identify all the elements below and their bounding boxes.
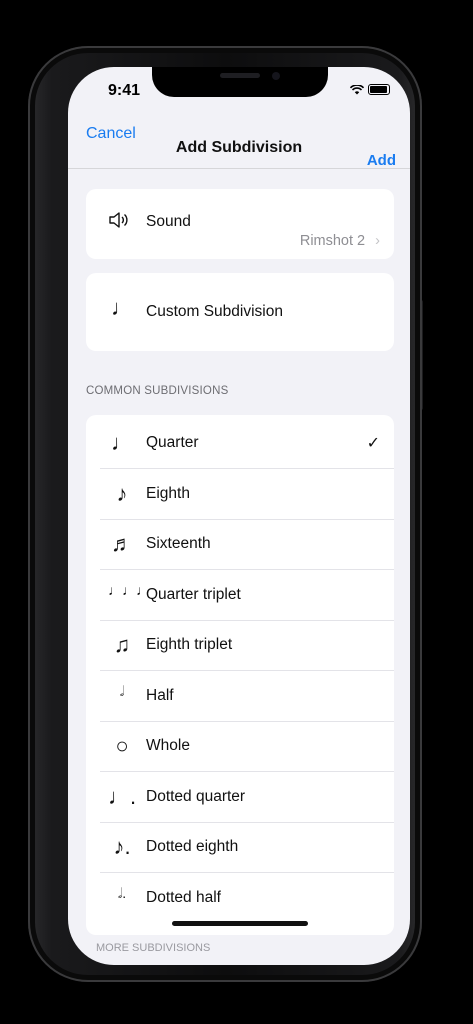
list-item[interactable]: ♩. Dotted quarter <box>86 773 394 823</box>
earpiece-speaker <box>220 73 260 78</box>
list-item-label: Whole <box>146 737 190 754</box>
list-item-label: Half <box>146 686 174 704</box>
list-item[interactable]: ♪ Eighth <box>86 470 394 520</box>
sound-row[interactable]: Sound Rimshot 2 › <box>86 189 394 259</box>
list-item-label: Dotted quarter <box>146 787 246 805</box>
half-note-icon: 𝅗𝅥 <box>119 682 125 699</box>
checkmark-icon: ✓ <box>366 435 380 452</box>
whole-note-icon: ○ <box>115 733 129 758</box>
page-title: Add Subdivision <box>175 139 303 156</box>
dotted-half-icon: 𝅗𝅥. <box>117 884 127 901</box>
quarter-note-icon: ♩ <box>111 295 133 320</box>
sound-label: Sound <box>146 213 191 230</box>
common-subdivisions-list: ♩ Quarter ✓ ♪ Eighth ♬ Sixteenth ♩♩♩ Quarter tri… <box>86 415 394 935</box>
more-subdivisions-header: MORE SUBDIVISIONS <box>96 942 211 954</box>
battery-icon <box>368 84 390 95</box>
list-item-label: Sixteenth <box>146 535 211 552</box>
list-item[interactable]: ♫ Eighth triplet <box>86 621 394 671</box>
list-item-label: Eighth triplet <box>146 636 233 653</box>
speaker-icon <box>109 212 128 228</box>
list-item[interactable]: ♪. Dotted eighth <box>86 823 394 873</box>
quarter-note-icon: ♩ <box>111 430 133 455</box>
eighth-note-icon: ♪ <box>116 480 128 506</box>
sound-value: Rimshot 2 › <box>300 233 380 249</box>
quarter-triplet-icon: ♩♩♩ <box>108 581 150 598</box>
list-item-label: Dotted eighth <box>146 838 239 855</box>
notch <box>152 67 328 97</box>
navigation-bar: Cancel Add Subdivision Add <box>68 119 410 169</box>
front-camera <box>272 72 280 80</box>
sound-value-text: Rimshot 2 <box>299 233 366 249</box>
status-icons <box>350 84 390 95</box>
stage: 9:41 Cancel Add Subdivision Add Sound Ri… <box>0 0 473 1024</box>
phone-screen: 9:41 Cancel Add Subdivision Add Sound Ri… <box>68 67 410 965</box>
list-item[interactable]: ♩ Quarter ✓ <box>86 419 394 469</box>
dotted-quarter-icon: ♩. <box>108 783 137 809</box>
list-item[interactable]: ♩♩♩ Quarter triplet <box>86 571 394 621</box>
custom-subdivision-label: Custom Subdivision <box>146 303 283 320</box>
chevron-right-icon: › <box>375 233 380 249</box>
list-item-label: Eighth <box>146 484 190 502</box>
add-button[interactable]: Add <box>367 152 396 169</box>
list-item-label: Dotted half <box>146 888 221 906</box>
sixteenth-note-icon: ♬ <box>111 531 133 556</box>
common-subdivisions-header: COMMON SUBDIVISIONS <box>86 385 229 397</box>
list-item[interactable]: ♬ Sixteenth <box>86 520 394 570</box>
list-item[interactable]: ○ Whole <box>86 722 394 772</box>
home-indicator[interactable] <box>172 921 308 926</box>
dotted-eighth-icon: ♪. <box>113 834 131 859</box>
list-item-label: Quarter <box>146 434 199 451</box>
list-item[interactable]: 𝅗𝅥. Dotted half <box>86 874 394 924</box>
wifi-icon <box>350 84 364 94</box>
list-item-label: Quarter triplet <box>146 585 241 603</box>
list-item[interactable]: 𝅗𝅥 Half <box>86 672 394 722</box>
status-time: 9:41 <box>108 82 141 99</box>
eighth-triplet-icon: ♫ <box>113 632 131 657</box>
custom-subdivision-row[interactable]: ♩ Custom Subdivision <box>86 273 394 351</box>
